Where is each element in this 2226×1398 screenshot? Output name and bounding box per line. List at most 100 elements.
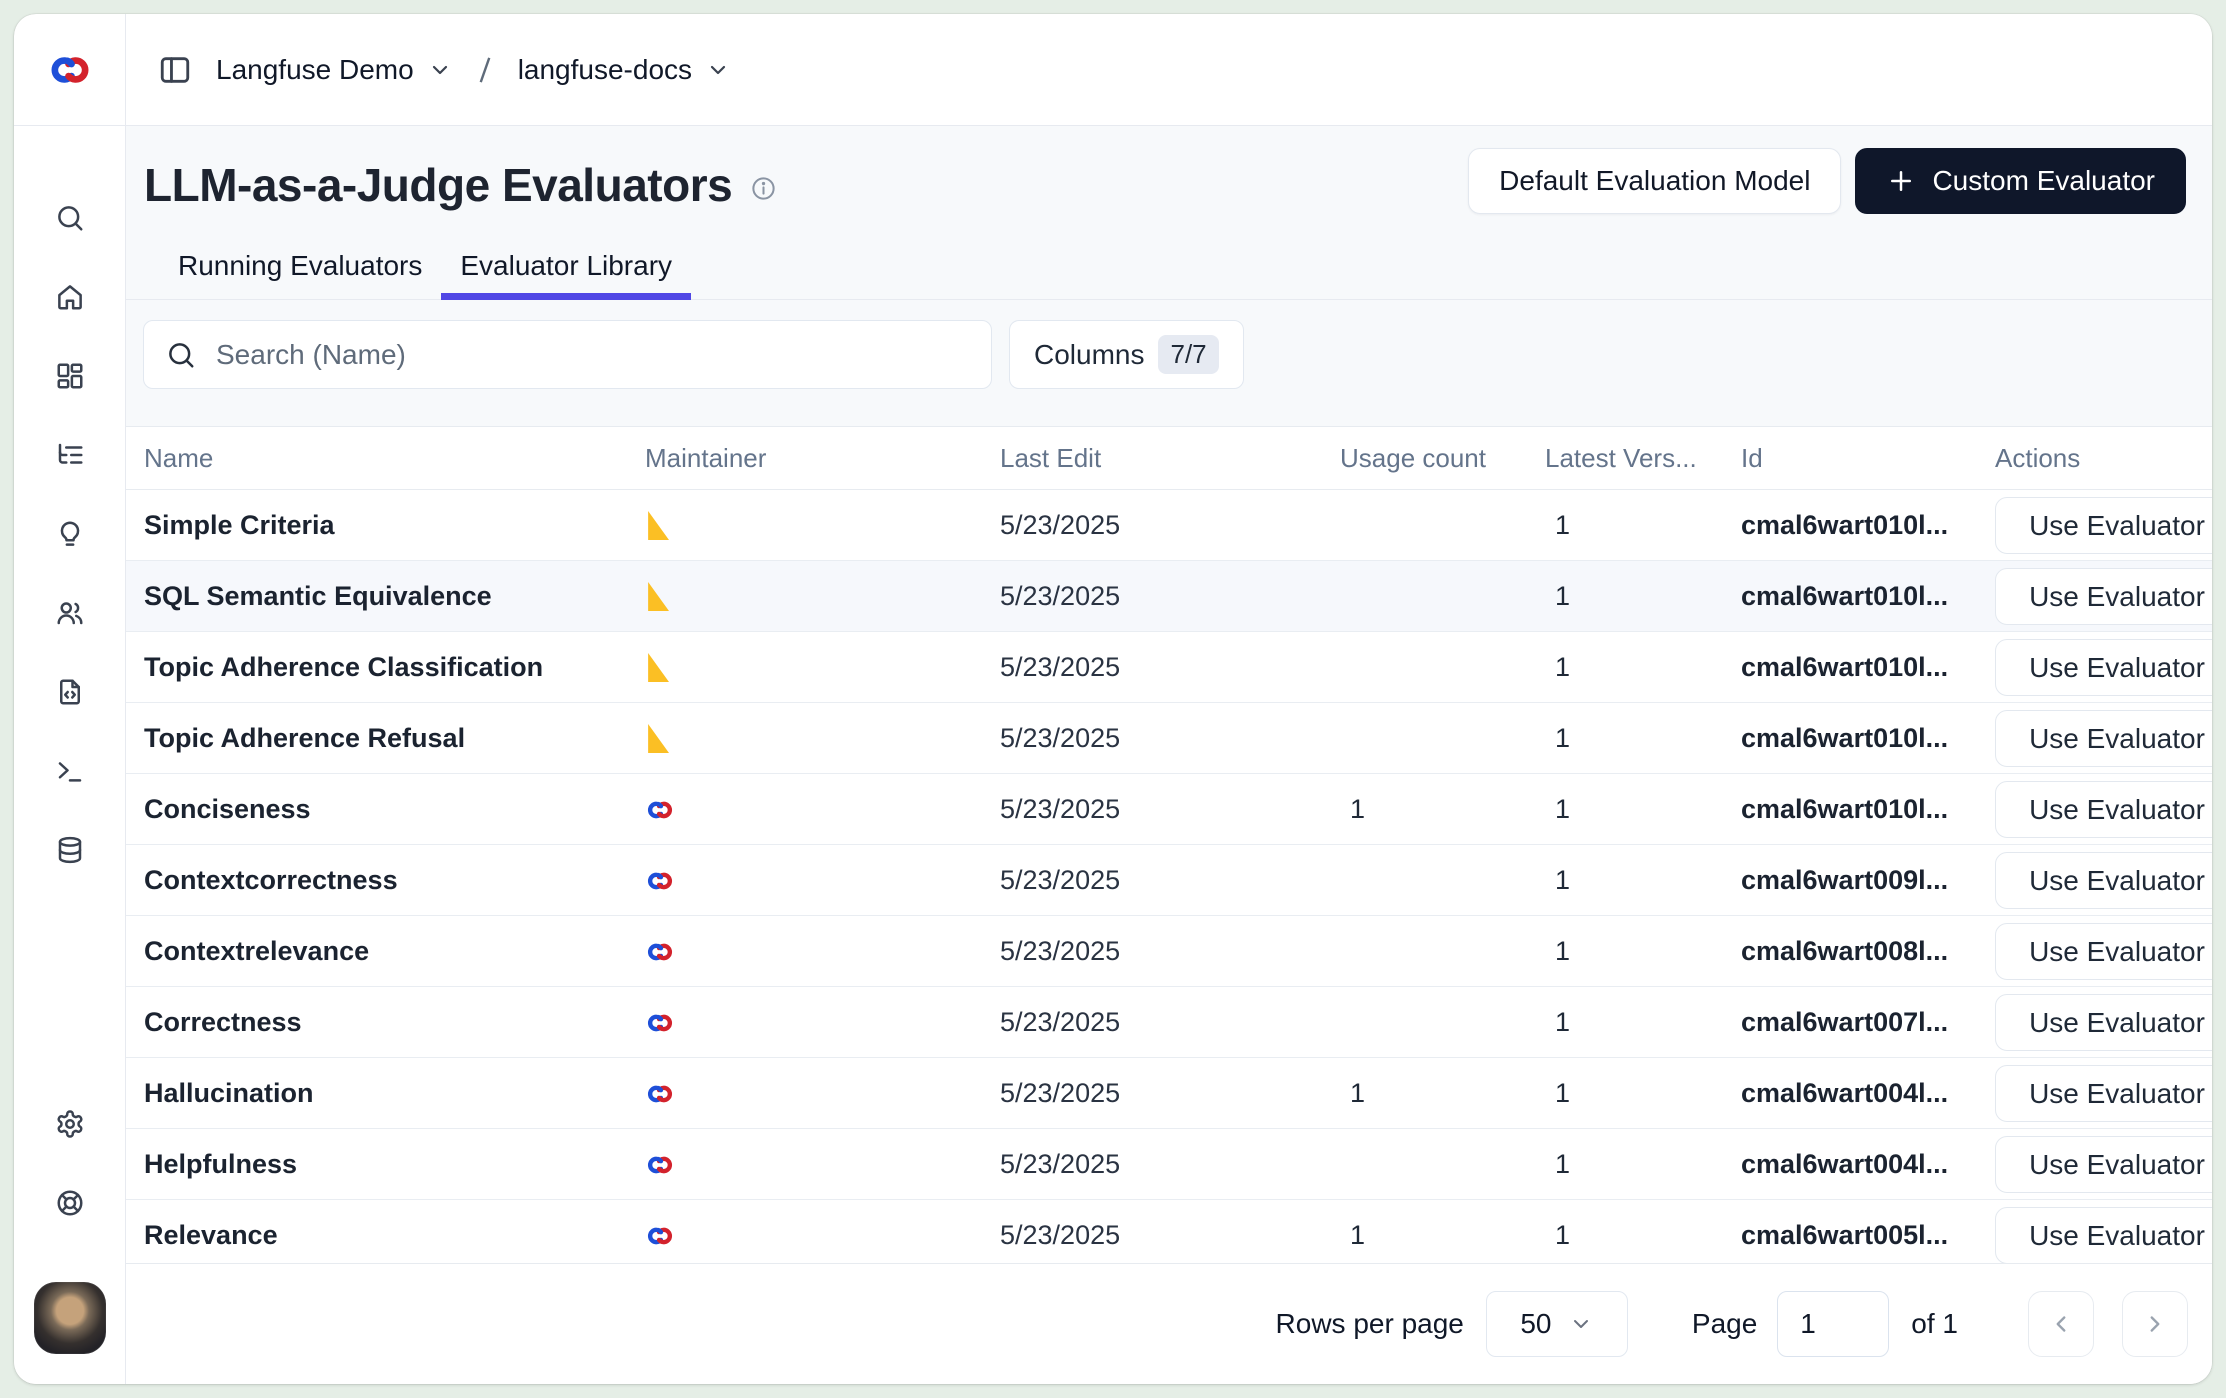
column-header-id[interactable]: Id bbox=[1741, 443, 1983, 474]
top-bar: Langfuse Demo langfuse-docs bbox=[126, 14, 2212, 126]
rows-per-page-select[interactable]: 50 bbox=[1486, 1291, 1628, 1357]
project-name: langfuse-docs bbox=[518, 54, 692, 86]
breadcrumb-slash-icon bbox=[470, 53, 500, 87]
search-icon bbox=[166, 340, 196, 370]
sidebar-item-support[interactable] bbox=[44, 1177, 96, 1229]
sidebar-item-prompts[interactable] bbox=[44, 666, 96, 718]
sidebar-item-tracing[interactable] bbox=[44, 429, 96, 481]
chevron-down-icon bbox=[428, 58, 452, 82]
chevron-left-icon bbox=[2048, 1311, 2074, 1337]
use-evaluator-button[interactable]: Use Evaluator bbox=[1995, 1207, 2212, 1263]
chevron-down-icon bbox=[706, 58, 730, 82]
rows-per-page-label: Rows per page bbox=[1276, 1308, 1464, 1340]
page-label: Page bbox=[1692, 1308, 1757, 1340]
pagination-footer: Rows per page 50 Page of 1 bbox=[126, 1263, 2212, 1384]
sidebar bbox=[14, 126, 126, 1384]
table-row[interactable]: Contextrelevance 5/23/2025 1 cmal6wart00… bbox=[126, 916, 2212, 987]
page-total-label: of 1 bbox=[1911, 1308, 1958, 1340]
lightbulb-icon bbox=[55, 519, 85, 549]
page-header: LLM-as-a-Judge Evaluators Default Evalua… bbox=[126, 126, 2212, 300]
default-evaluation-model-button[interactable]: Default Evaluation Model bbox=[1468, 148, 1841, 214]
sidebar-item-search[interactable] bbox=[44, 192, 96, 244]
user-avatar[interactable] bbox=[34, 1282, 106, 1354]
custom-evaluator-label: Custom Evaluator bbox=[1932, 165, 2155, 197]
tab-bar: Running Evaluators Evaluator Library bbox=[159, 250, 2212, 299]
page-title: LLM-as-a-Judge Evaluators bbox=[144, 158, 732, 212]
sidebar-item-home[interactable] bbox=[44, 271, 96, 323]
column-header-name[interactable]: Name bbox=[144, 443, 645, 474]
use-evaluator-button[interactable]: Use Evaluator bbox=[1995, 994, 2212, 1051]
chevron-right-icon bbox=[2142, 1311, 2168, 1337]
sidebar-logo-cell bbox=[14, 14, 126, 126]
sidebar-item-dashboards[interactable] bbox=[44, 350, 96, 402]
use-evaluator-button[interactable]: Use Evaluator bbox=[1995, 710, 2212, 767]
table-row[interactable]: SQL Semantic Equivalence 5/23/2025 1 cma… bbox=[126, 561, 2212, 632]
use-evaluator-button[interactable]: Use Evaluator bbox=[1995, 923, 2212, 980]
use-evaluator-button[interactable]: Use Evaluator bbox=[1995, 781, 2212, 838]
org-breadcrumb[interactable]: Langfuse Demo bbox=[216, 54, 452, 86]
table-row[interactable]: Topic Adherence Classification 5/23/2025… bbox=[126, 632, 2212, 703]
previous-page-button[interactable] bbox=[2028, 1291, 2094, 1357]
home-icon bbox=[55, 282, 85, 312]
sidebar-item-datasets[interactable] bbox=[44, 824, 96, 876]
use-evaluator-button[interactable]: Use Evaluator bbox=[1995, 852, 2212, 909]
langfuse-maintainer-icon bbox=[645, 1011, 1000, 1035]
columns-button[interactable]: Columns 7/7 bbox=[1009, 320, 1244, 389]
next-page-button[interactable] bbox=[2122, 1291, 2188, 1357]
table-row[interactable]: Relevance 5/23/2025 1 1 cmal6wart005l...… bbox=[126, 1200, 2212, 1263]
gear-icon bbox=[55, 1109, 85, 1139]
use-evaluator-button[interactable]: Use Evaluator bbox=[1995, 639, 2212, 696]
langfuse-maintainer-icon bbox=[645, 1153, 1000, 1177]
table-row[interactable]: Helpfulness 5/23/2025 1 cmal6wart004l...… bbox=[126, 1129, 2212, 1200]
org-name: Langfuse Demo bbox=[216, 54, 414, 86]
page-number-input[interactable] bbox=[1777, 1291, 1889, 1357]
default-evaluation-model-label: Default Evaluation Model bbox=[1499, 165, 1810, 197]
table-row[interactable]: Topic Adherence Refusal 5/23/2025 1 cmal… bbox=[126, 703, 2212, 774]
terminal-icon bbox=[55, 756, 85, 786]
panel-left-icon bbox=[158, 53, 192, 87]
dashboard-grid-icon bbox=[55, 361, 85, 391]
sidebar-item-playground[interactable] bbox=[44, 745, 96, 797]
search-icon bbox=[55, 203, 85, 233]
sidebar-item-evaluation[interactable] bbox=[44, 508, 96, 560]
table-row[interactable]: Hallucination 5/23/2025 1 1 cmal6wart004… bbox=[126, 1058, 2212, 1129]
table-row[interactable]: Correctness 5/23/2025 1 cmal6wart007l...… bbox=[126, 987, 2212, 1058]
langfuse-maintainer-icon bbox=[645, 1082, 1000, 1106]
column-header-usage-count[interactable]: Usage count bbox=[1340, 443, 1545, 474]
ragas-icon bbox=[645, 653, 1000, 682]
column-header-maintainer[interactable]: Maintainer bbox=[645, 443, 1000, 474]
langfuse-maintainer-icon bbox=[645, 869, 1000, 893]
plus-icon bbox=[1886, 166, 1916, 196]
table-row[interactable]: Contextcorrectness 5/23/2025 1 cmal6wart… bbox=[126, 845, 2212, 916]
table-toolbar: Columns 7/7 bbox=[126, 300, 2212, 389]
use-evaluator-button[interactable]: Use Evaluator bbox=[1995, 1065, 2212, 1122]
table-header-row: Name Maintainer Last Edit Usage count La… bbox=[126, 427, 2212, 490]
tab-running-evaluators[interactable]: Running Evaluators bbox=[159, 250, 441, 299]
tab-evaluator-library[interactable]: Evaluator Library bbox=[441, 250, 691, 299]
langfuse-logo-icon bbox=[47, 52, 93, 88]
list-tree-icon bbox=[55, 440, 85, 470]
ragas-icon bbox=[645, 511, 1000, 540]
sidebar-item-users[interactable] bbox=[44, 587, 96, 639]
table-row[interactable]: Simple Criteria 5/23/2025 1 cmal6wart010… bbox=[126, 490, 2212, 561]
columns-count-badge: 7/7 bbox=[1158, 335, 1218, 374]
search-box[interactable] bbox=[143, 320, 992, 389]
langfuse-logo[interactable] bbox=[47, 52, 93, 88]
column-header-latest-version[interactable]: Latest Vers... bbox=[1545, 443, 1741, 474]
use-evaluator-button[interactable]: Use Evaluator bbox=[1995, 1136, 2212, 1193]
custom-evaluator-button[interactable]: Custom Evaluator bbox=[1855, 148, 2186, 214]
project-breadcrumb[interactable]: langfuse-docs bbox=[518, 54, 730, 86]
ragas-icon bbox=[645, 724, 1000, 753]
chevron-down-icon bbox=[1569, 1312, 1593, 1336]
langfuse-maintainer-icon bbox=[645, 940, 1000, 964]
column-header-last-edit[interactable]: Last Edit bbox=[1000, 443, 1340, 474]
info-icon[interactable] bbox=[750, 175, 777, 202]
sidebar-item-settings[interactable] bbox=[44, 1098, 96, 1150]
use-evaluator-button[interactable]: Use Evaluator bbox=[1995, 568, 2212, 625]
use-evaluator-button[interactable]: Use Evaluator bbox=[1995, 497, 2212, 554]
search-input[interactable] bbox=[214, 338, 969, 372]
table-row[interactable]: Conciseness 5/23/2025 1 1 cmal6wart010l.… bbox=[126, 774, 2212, 845]
table-body: Simple Criteria 5/23/2025 1 cmal6wart010… bbox=[126, 490, 2212, 1263]
panel-toggle-button[interactable] bbox=[158, 53, 192, 87]
lifebuoy-icon bbox=[55, 1188, 85, 1218]
